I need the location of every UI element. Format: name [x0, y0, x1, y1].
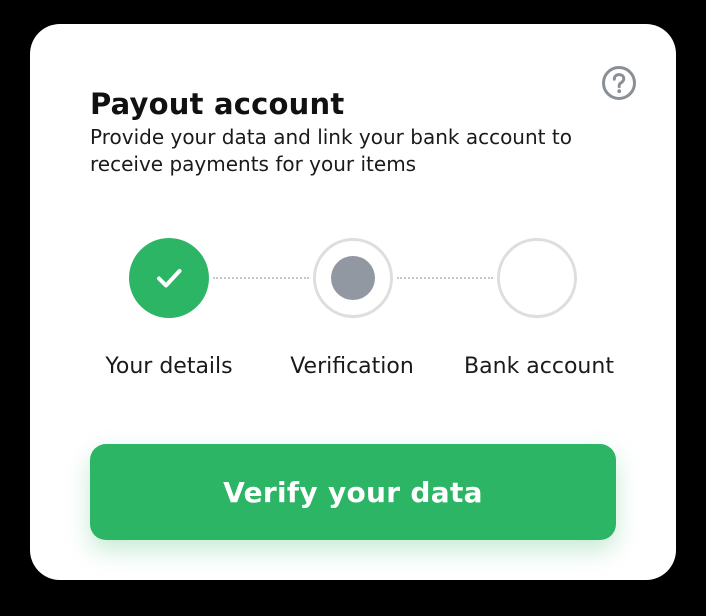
card-description: Provide your data and link your bank acc… — [90, 125, 572, 176]
current-step-dot — [331, 256, 375, 300]
payout-card: Payout account Provide your data and lin… — [30, 24, 676, 580]
step-connector — [397, 277, 493, 279]
step-your-details-completed — [129, 238, 209, 318]
card-title: Payout account — [90, 87, 345, 121]
step-label-your-details: Your details — [105, 354, 233, 379]
check-icon — [157, 269, 182, 288]
verify-data-button[interactable]: Verify your data — [90, 444, 616, 540]
step-verification-current — [313, 238, 393, 318]
question-circle-icon — [602, 66, 636, 100]
help-button[interactable] — [601, 65, 637, 101]
step-label-verification: Verification — [290, 354, 414, 379]
step-bank-account-pending — [497, 238, 577, 318]
step-connector — [213, 277, 309, 279]
step-label-bank-account: Bank account — [464, 354, 614, 379]
